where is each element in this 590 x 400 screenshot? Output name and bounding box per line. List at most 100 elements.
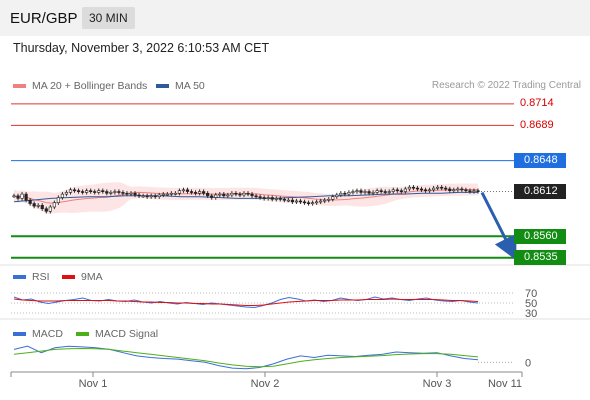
candle-body: [319, 200, 323, 203]
candle-body: [274, 198, 278, 200]
candle-body: [444, 187, 448, 190]
candle-body: [32, 203, 36, 207]
candle-body: [427, 189, 432, 192]
candle-body: [436, 186, 440, 189]
x-axis-label: Nov 11: [488, 378, 522, 390]
last-level-tag: 0.8612: [514, 184, 566, 200]
candle-body: [85, 190, 89, 193]
candle-body: [193, 192, 198, 194]
candle-body: [302, 201, 307, 204]
candle-body: [93, 191, 97, 193]
candle-body: [286, 199, 290, 202]
candle-body: [161, 193, 165, 196]
candle-body: [367, 191, 371, 194]
candle-body: [339, 192, 343, 196]
candle-body: [234, 192, 238, 195]
candle-body: [290, 199, 295, 203]
candle-body: [181, 189, 186, 192]
forecast-arrow: [480, 191, 517, 261]
candle-body: [379, 190, 383, 192]
chart-canvas: 705030 0 Nov 1 Nov 2 Nov 3 Nov 11: [0, 103, 590, 390]
candle-body: [113, 191, 117, 193]
candle-body: [440, 186, 444, 189]
candle-body: [371, 192, 375, 194]
candle-body: [185, 189, 190, 192]
candle-body: [355, 190, 359, 192]
candle-body: [246, 192, 250, 195]
candle-body: [52, 202, 56, 208]
candle-body: [137, 194, 141, 197]
candle-body: [210, 195, 214, 198]
support-level-tag: 0.8535: [514, 250, 566, 266]
candle-body: [315, 201, 319, 204]
candle-body: [432, 187, 436, 191]
candle-body: [60, 193, 65, 198]
rsi-ma-line: [13, 298, 479, 306]
candle-body: [125, 192, 129, 195]
candle-body: [97, 190, 101, 193]
candle-body: [230, 192, 234, 196]
candle-body: [250, 193, 254, 197]
candle-body: [464, 189, 468, 192]
macd-signal-line: [13, 347, 479, 368]
candle-body: [415, 187, 420, 190]
candle-body: [149, 195, 153, 198]
candle-body: [177, 190, 182, 194]
candle-body: [16, 195, 20, 199]
candle-body: [153, 195, 157, 198]
candle-body: [48, 206, 52, 212]
candle-body: [242, 192, 246, 196]
candle-body: [411, 186, 416, 189]
candle-body: [476, 190, 480, 192]
candle-body: [335, 194, 339, 197]
candle-body: [266, 197, 270, 199]
candle-body: [310, 202, 315, 205]
candle-body: [375, 190, 379, 193]
candle-body: [36, 204, 40, 207]
candle-body: [399, 190, 403, 192]
candle-body: [129, 192, 133, 195]
candle-body: [456, 188, 460, 191]
candle-body: [189, 191, 194, 193]
candle-body: [157, 194, 161, 197]
candle-body: [12, 195, 16, 198]
candle-body: [24, 193, 28, 201]
candle-body: [468, 190, 472, 192]
candle-body: [294, 200, 299, 203]
candle-body: [198, 191, 202, 194]
candle-body: [359, 190, 363, 193]
candle-body: [202, 191, 206, 194]
candle-body: [331, 196, 335, 200]
resistance-level-tag: 0.8689: [520, 118, 554, 131]
candle-body: [270, 197, 274, 200]
candle-body: [460, 188, 464, 191]
candle-body: [403, 188, 407, 192]
candle-body: [89, 190, 93, 192]
candle-body: [214, 194, 218, 198]
candle-body: [298, 200, 303, 203]
candle-body: [44, 208, 48, 212]
candle-body: [407, 186, 412, 190]
candle-body: [282, 198, 286, 201]
candle-body: [173, 192, 177, 195]
x-axis-label: Nov 1: [79, 378, 108, 390]
candle-body: [133, 192, 137, 196]
candle-body: [262, 197, 266, 199]
candle-body: [76, 190, 81, 192]
candle-body: [117, 191, 121, 193]
candle-body: [141, 195, 145, 198]
candle-body: [258, 196, 262, 198]
candle-body: [306, 202, 311, 205]
candle-body: [347, 192, 351, 195]
candle-body: [109, 192, 113, 194]
x-axis-label: Nov 3: [423, 378, 452, 390]
candle-body: [391, 189, 395, 192]
candle-body: [351, 191, 355, 193]
macd-line: [13, 345, 479, 370]
candle-body: [20, 193, 24, 199]
candle-body: [452, 189, 456, 192]
candle-body: [343, 192, 347, 195]
candle-body: [222, 193, 226, 197]
candle-body: [64, 192, 69, 195]
candle-body: [226, 194, 230, 197]
